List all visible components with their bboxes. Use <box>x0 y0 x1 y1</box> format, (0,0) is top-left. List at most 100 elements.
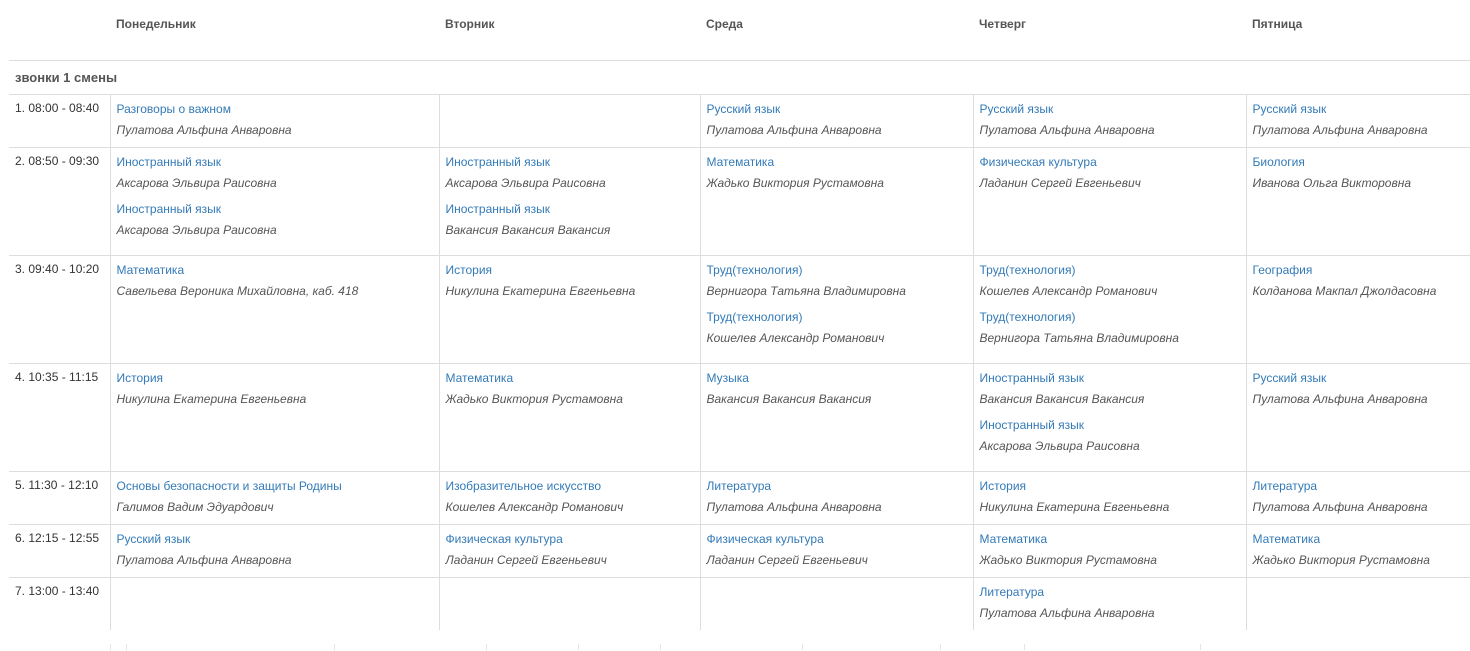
day-header-monday: Понедельник <box>110 0 439 61</box>
lesson-entry: Основы безопасности и защиты Родины Галим… <box>117 478 433 515</box>
subject-link[interactable]: Биология <box>1253 154 1465 170</box>
lesson-entry: Труд(технология) Кошелев Александр Романо… <box>980 262 1240 299</box>
teacher-name: Пулатова Альфина Анваровна <box>116 123 292 137</box>
schedule-cell <box>438 94 700 148</box>
subject-link[interactable]: Труд(технология) <box>707 262 967 278</box>
schedule-cell <box>109 577 439 630</box>
schedule-cell: Основы безопасности и защиты Родины Галим… <box>109 471 439 525</box>
subject-link[interactable]: Литература <box>707 478 967 494</box>
teacher-name: Никулина Екатерина Евгеньевна <box>979 500 1170 514</box>
schedule-cell: Музыка Вакансия Вакансия Вакансия <box>699 363 973 472</box>
schedule-cell: Литература Пулатова Альфина Анваровна <box>699 471 973 525</box>
teacher-name: Пулатова Альфина Анваровна <box>706 500 882 514</box>
subject-link[interactable]: Иностранный язык <box>980 417 1240 433</box>
schedule-cell: Литература Пулатова Альфина Анваровна <box>972 577 1246 630</box>
subject-link[interactable]: Математика <box>446 370 694 386</box>
subject-link[interactable]: Иностранный язык <box>446 154 694 170</box>
lesson-entry: Математика Савельева Вероника Михайловна,… <box>117 262 433 299</box>
lesson-entry: Русский язык Пулатова Альфина Анваровна <box>1253 101 1465 138</box>
lesson-entry: Труд(технология) Кошелев Александр Романо… <box>707 309 967 346</box>
subject-link[interactable]: Русский язык <box>980 101 1240 117</box>
subject-link[interactable]: Литература <box>980 584 1240 600</box>
subject-link[interactable]: Математика <box>117 262 433 278</box>
schedule-cell <box>699 577 973 630</box>
subject-link[interactable]: Математика <box>1253 531 1465 547</box>
subject-link[interactable]: Иностранный язык <box>117 154 433 170</box>
subject-link[interactable]: География <box>1253 262 1465 278</box>
subject-link[interactable]: Разговоры о важном <box>117 101 433 117</box>
divider-tick <box>578 644 579 650</box>
subject-link[interactable]: Математика <box>980 531 1240 547</box>
subject-link[interactable]: Иностранный язык <box>117 201 433 217</box>
teacher-name: Жадько Виктория Рустамовна <box>445 392 623 406</box>
lesson-time: 6. 12:15 - 12:55 <box>9 524 110 578</box>
lesson-entry: История Никулина Екатерина Евгеньевна <box>446 262 694 299</box>
subject-link[interactable]: Физическая культура <box>446 531 694 547</box>
subject-link[interactable]: Иностранный язык <box>446 201 694 217</box>
lesson-entry: Математика Жадько Виктория Рустамовна <box>980 531 1240 568</box>
teacher-name: Пулатова Альфина Анваровна <box>116 553 292 567</box>
schedule-table: Понедельник Вторник Среда Четверг Пятниц… <box>9 0 1470 630</box>
subject-link[interactable]: Изобразительное искусство <box>446 478 694 494</box>
lesson-entry: Математика Жадько Виктория Рустамовна <box>446 370 694 407</box>
subject-link[interactable]: Труд(технология) <box>980 309 1240 325</box>
subject-link[interactable]: История <box>446 262 694 278</box>
day-label: Четверг <box>979 17 1027 31</box>
subject-link[interactable]: Основы безопасности и защиты Родины <box>117 478 433 494</box>
subject-link[interactable]: Русский язык <box>1253 101 1465 117</box>
divider-tick <box>486 644 487 650</box>
subject-link[interactable]: Математика <box>707 154 967 170</box>
subject-link[interactable]: Русский язык <box>117 531 433 547</box>
lesson-entry: Русский язык Пулатова Альфина Анваровна <box>980 101 1240 138</box>
schedule-cell: Математика Жадько Виктория Рустамовна <box>1245 524 1470 578</box>
lesson-entry: Труд(технология) Вернигора Татьяна Владим… <box>980 309 1240 346</box>
teacher-name: Пулатова Альфина Анваровна <box>706 123 882 137</box>
lesson-entry: Литература Пулатова Альфина Анваровна <box>980 584 1240 621</box>
subject-link[interactable]: История <box>117 370 433 386</box>
subject-link[interactable]: Русский язык <box>1253 370 1465 386</box>
teacher-name: Вернигора Татьяна Владимировна <box>979 331 1179 345</box>
subject-link[interactable]: Физическая культура <box>707 531 967 547</box>
teacher-name: Аксарова Эльвира Раисовна <box>116 223 277 237</box>
schedule-cell: Математика Савельева Вероника Михайловна,… <box>109 255 439 364</box>
teacher-name: Вакансия Вакансия Вакансия <box>979 392 1145 406</box>
subject-link[interactable]: Труд(технология) <box>980 262 1240 278</box>
teacher-name: Кошелев Александр Романович <box>979 284 1158 298</box>
lesson-time: 5. 11:30 - 12:10 <box>9 471 110 525</box>
subject-link[interactable]: Литература <box>1253 478 1465 494</box>
day-label: Среда <box>706 17 743 31</box>
subject-link[interactable]: Русский язык <box>707 101 967 117</box>
schedule-cell: Физическая культура Ладанин Сергей Евгень… <box>699 524 973 578</box>
schedule-cell: История Никулина Екатерина Евгеньевна <box>972 471 1246 525</box>
lesson-time: 7. 13:00 - 13:40 <box>15 584 100 598</box>
lesson-row: 1. 08:00 - 08:40 Разговоры о важном Пулато… <box>9 94 1470 148</box>
lesson-row: 4. 10:35 - 11:15 История Никулина Екатерин… <box>9 363 1470 472</box>
teacher-name: Ладанин Сергей Евгеньевич <box>706 553 868 567</box>
teacher-name: Пулатова Альфина Анваровна <box>979 123 1155 137</box>
lesson-entry: Литература Пулатова Альфина Анваровна <box>707 478 967 515</box>
schedule-cell: Математика Жадько Виктория Рустамовна <box>438 363 700 472</box>
lesson-row: 2. 08:50 - 09:30 Иностранный язык Аксарова… <box>9 147 1470 256</box>
subject-link[interactable]: Труд(технология) <box>707 309 967 325</box>
teacher-name: Кошелев Александр Романович <box>706 331 885 345</box>
lesson-entry: История Никулина Екатерина Евгеньевна <box>117 370 433 407</box>
lesson-time: 2. 08:50 - 09:30 <box>9 147 110 256</box>
lesson-entry: Русский язык Пулатова Альфина Анваровна <box>707 101 967 138</box>
teacher-name: Аксарова Эльвира Раисовна <box>445 176 606 190</box>
teacher-name: Аксарова Эльвира Раисовна <box>116 176 277 190</box>
lesson-entry: Математика Жадько Виктория Рустамовна <box>1253 531 1465 568</box>
subject-link[interactable]: Иностранный язык <box>980 370 1240 386</box>
schedule-cell: Физическая культура Ладанин Сергей Евгень… <box>438 524 700 578</box>
schedule-cell: История Никулина Екатерина Евгеньевна <box>438 255 700 364</box>
subject-link[interactable]: Физическая культура <box>980 154 1240 170</box>
schedule-cell: Иностранный язык Аксарова Эльвира Раисовн… <box>109 147 439 256</box>
schedule-cell: Труд(технология) Кошелев Александр Романо… <box>972 255 1246 364</box>
schedule-cell: Русский язык Пулатова Альфина Анваровна <box>1245 94 1470 148</box>
subject-link[interactable]: История <box>980 478 1240 494</box>
subject-link[interactable]: Музыка <box>707 370 967 386</box>
lesson-entry: Биология Иванова Ольга Викторовна <box>1253 154 1465 191</box>
teacher-name: Никулина Екатерина Евгеньевна <box>445 284 636 298</box>
teacher-name: Иванова Ольга Викторовна <box>1252 176 1412 190</box>
lesson-entry: Русский язык Пулатова Альфина Анваровна <box>117 531 433 568</box>
schedule-cell: История Никулина Екатерина Евгеньевна <box>109 363 439 472</box>
